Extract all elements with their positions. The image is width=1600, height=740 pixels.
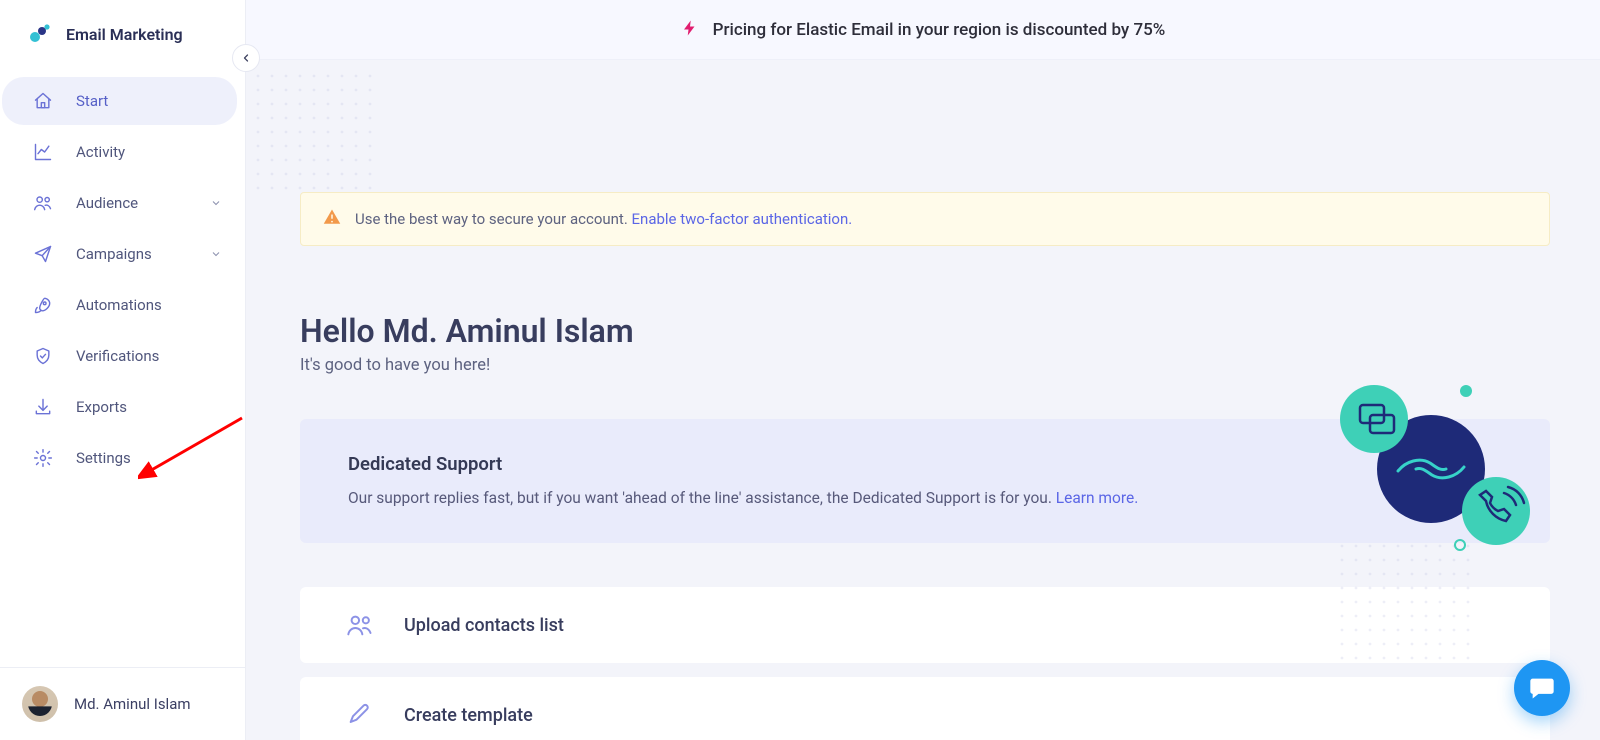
greeting-sub: It's good to have you here! [300,356,1550,375]
pricing-banner-text: Pricing for Elastic Email in your region… [713,20,1166,40]
action-label: Upload contacts list [404,615,564,636]
support-graphic-icon [1336,375,1536,555]
action-create-template[interactable]: Create template [300,677,1550,740]
dedicated-support-learn-more[interactable]: Learn more. [1056,489,1139,507]
main-content: Use the best way to secure your account.… [246,60,1600,740]
sidebar-item-label: Automations [76,296,162,314]
avatar [22,686,58,722]
two-factor-alert: Use the best way to secure your account.… [300,192,1550,246]
enable-2fa-link[interactable]: Enable two-factor authentication. [632,210,853,228]
chevron-down-icon [209,247,223,261]
sidebar-item-label: Activity [76,143,125,161]
chevron-down-icon [209,196,223,210]
dedicated-support-card: Dedicated Support Our support replies fa… [300,419,1550,543]
shield-check-icon [32,345,54,367]
sidebar-item-label: Campaigns [76,245,152,263]
sidebar-item-automations[interactable]: Automations [2,281,237,329]
dedicated-support-title: Dedicated Support [348,453,1502,475]
action-label: Create template [404,705,533,726]
collapse-sidebar-button[interactable] [232,44,260,72]
brand-name: Email Marketing [66,25,183,44]
dedicated-support-body: Our support replies fast, but if you wan… [348,489,1502,507]
logo-icon [28,22,52,46]
home-icon [32,90,54,112]
sidebar: Email Marketing Start Activity Audience Cam… [0,0,246,740]
two-factor-alert-text: Use the best way to secure your account.… [355,210,852,228]
sidebar-footer[interactable]: Md. Aminul Islam [0,667,245,740]
sidebar-nav: Start Activity Audience Campaigns Automation… [0,74,245,485]
greeting: Hello Md. Aminul Islam It's good to have… [300,312,1550,375]
pricing-banner: Pricing for Elastic Email in your region… [246,0,1600,60]
users-icon [346,611,374,639]
sidebar-item-label: Start [76,92,108,110]
sidebar-item-label: Settings [76,449,131,467]
sidebar-item-verifications[interactable]: Verifications [2,332,237,380]
rocket-icon [32,294,54,316]
download-icon [32,396,54,418]
bolt-icon [681,17,699,43]
users-icon [32,192,54,214]
sidebar-item-label: Exports [76,398,127,416]
user-name: Md. Aminul Islam [74,695,191,713]
sidebar-header: Email Marketing [0,0,245,68]
sidebar-item-label: Verifications [76,347,159,365]
brush-icon [346,701,374,729]
sidebar-item-settings[interactable]: Settings [2,434,237,482]
sidebar-item-audience[interactable]: Audience [2,179,237,227]
sidebar-item-activity[interactable]: Activity [2,128,237,176]
chat-widget-button[interactable] [1514,660,1570,716]
sidebar-item-campaigns[interactable]: Campaigns [2,230,237,278]
deco-dots-icon [256,74,376,194]
sidebar-item-start[interactable]: Start [2,77,237,125]
sidebar-item-label: Audience [76,194,138,212]
sidebar-item-exports[interactable]: Exports [2,383,237,431]
chart-icon [32,141,54,163]
gear-icon [32,447,54,469]
send-icon [32,243,54,265]
warning-icon [323,208,341,230]
greeting-heading: Hello Md. Aminul Islam [300,312,1550,350]
